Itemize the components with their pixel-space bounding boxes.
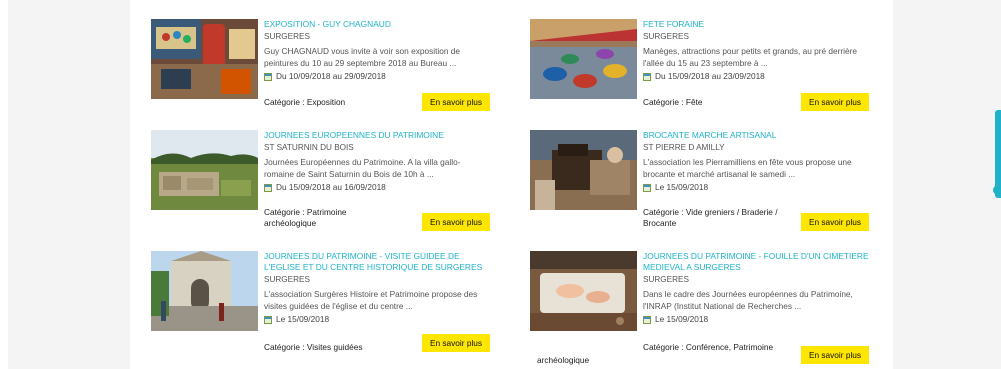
event-title[interactable]: FETE FORAINE: [643, 19, 869, 30]
event-category-overflow: archéologique: [537, 355, 590, 365]
event-category: Catégorie : Conférence, Patrimoine: [643, 342, 774, 352]
event-card: BROCANTE MARCHE ARTISANAL ST PIERRE D AM…: [530, 130, 870, 240]
event-thumbnail[interactable]: [530, 130, 637, 210]
event-town: SURGERES: [264, 32, 310, 41]
more-info-button[interactable]: En savoir plus: [422, 93, 490, 111]
event-category: Catégorie : Patrimoine archéologique: [264, 207, 347, 228]
event-date-text: Du 15/09/2018 au 16/09/2018: [276, 182, 386, 192]
calendar-icon: [264, 315, 272, 324]
event-date: Du 15/09/2018 au 16/09/2018: [264, 182, 490, 193]
event-card: EXPOSITION - GUY CHAGNAUD SURGERES Guy C…: [151, 19, 491, 129]
event-title[interactable]: JOURNEES DU PATRIMOINE - FOUILLE D'UN CI…: [643, 251, 869, 273]
event-category: Catégorie : Fête: [643, 97, 703, 107]
event-thumbnail[interactable]: [530, 251, 637, 331]
event-category: Catégorie : Vide greniers / Braderie / B…: [643, 207, 778, 228]
event-list: EXPOSITION - GUY CHAGNAUD SURGERES Guy C…: [130, 0, 893, 369]
event-date: Le 15/09/2018: [643, 314, 869, 325]
event-description: Manèges, attractions pour petits et gran…: [643, 46, 857, 68]
more-info-button[interactable]: En savoir plus: [422, 334, 490, 352]
event-date: Du 10/09/2018 au 29/09/2018: [264, 71, 490, 82]
event-card: JOURNEES DU PATRIMOINE - VISITE GUIDEE D…: [151, 251, 491, 361]
event-description: L'association Surgères Histoire et Patri…: [264, 289, 478, 311]
calendar-icon: [643, 315, 651, 324]
calendar-icon: [643, 183, 651, 192]
event-description: L'association les Pierramilliens en fête…: [643, 157, 852, 179]
left-margin: [0, 0, 8, 369]
event-date-text: Le 15/09/2018: [655, 314, 709, 324]
event-thumbnail[interactable]: [151, 130, 258, 210]
event-description: Dans le cadre des Journées européennes d…: [643, 289, 853, 311]
event-date: Du 15/09/2018 au 23/09/2018: [643, 71, 869, 82]
side-panel-handle[interactable]: [993, 185, 1001, 195]
calendar-icon: [264, 183, 272, 192]
more-info-button[interactable]: En savoir plus: [801, 93, 869, 111]
event-category: Catégorie : Visites guidées: [264, 342, 363, 352]
event-category: Catégorie : Exposition: [264, 97, 346, 107]
event-card: FETE FORAINE SURGERES Manèges, attractio…: [530, 19, 870, 129]
event-date-text: Le 15/09/2018: [276, 314, 330, 324]
event-title[interactable]: BROCANTE MARCHE ARTISANAL: [643, 130, 869, 141]
event-description: Journées Européennes du Patrimoine. A la…: [264, 157, 461, 179]
event-town: ST PIERRE D AMILLY: [643, 143, 725, 152]
event-thumbnail[interactable]: [151, 251, 258, 331]
calendar-icon: [264, 72, 272, 81]
event-title[interactable]: EXPOSITION - GUY CHAGNAUD: [264, 19, 490, 30]
event-description: Guy CHAGNAUD vous invite à voir son expo…: [264, 46, 460, 68]
more-info-button[interactable]: En savoir plus: [422, 213, 490, 231]
event-town: ST SATURNIN DU BOIS: [264, 143, 354, 152]
more-info-button[interactable]: En savoir plus: [801, 213, 869, 231]
event-date: Le 15/09/2018: [264, 314, 490, 325]
event-town: SURGERES: [643, 32, 689, 41]
event-date-text: Le 15/09/2018: [655, 182, 709, 192]
event-thumbnail[interactable]: [530, 19, 637, 99]
more-info-button[interactable]: En savoir plus: [801, 346, 869, 364]
event-date-text: Du 10/09/2018 au 29/09/2018: [276, 71, 386, 81]
event-card: JOURNEES DU PATRIMOINE - FOUILLE D'UN CI…: [530, 251, 870, 365]
event-town: SURGERES: [643, 275, 689, 284]
event-date-text: Du 15/09/2018 au 23/09/2018: [655, 71, 765, 81]
calendar-icon: [643, 72, 651, 81]
event-date: Le 15/09/2018: [643, 182, 869, 193]
event-title[interactable]: JOURNEES DU PATRIMOINE - VISITE GUIDEE D…: [264, 251, 490, 273]
event-thumbnail[interactable]: [151, 19, 258, 99]
event-title[interactable]: JOURNEES EUROPEENNES DU PATRIMOINE: [264, 130, 490, 141]
event-town: SURGERES: [264, 275, 310, 284]
event-card: JOURNEES EUROPEENNES DU PATRIMOINE ST SA…: [151, 130, 491, 240]
